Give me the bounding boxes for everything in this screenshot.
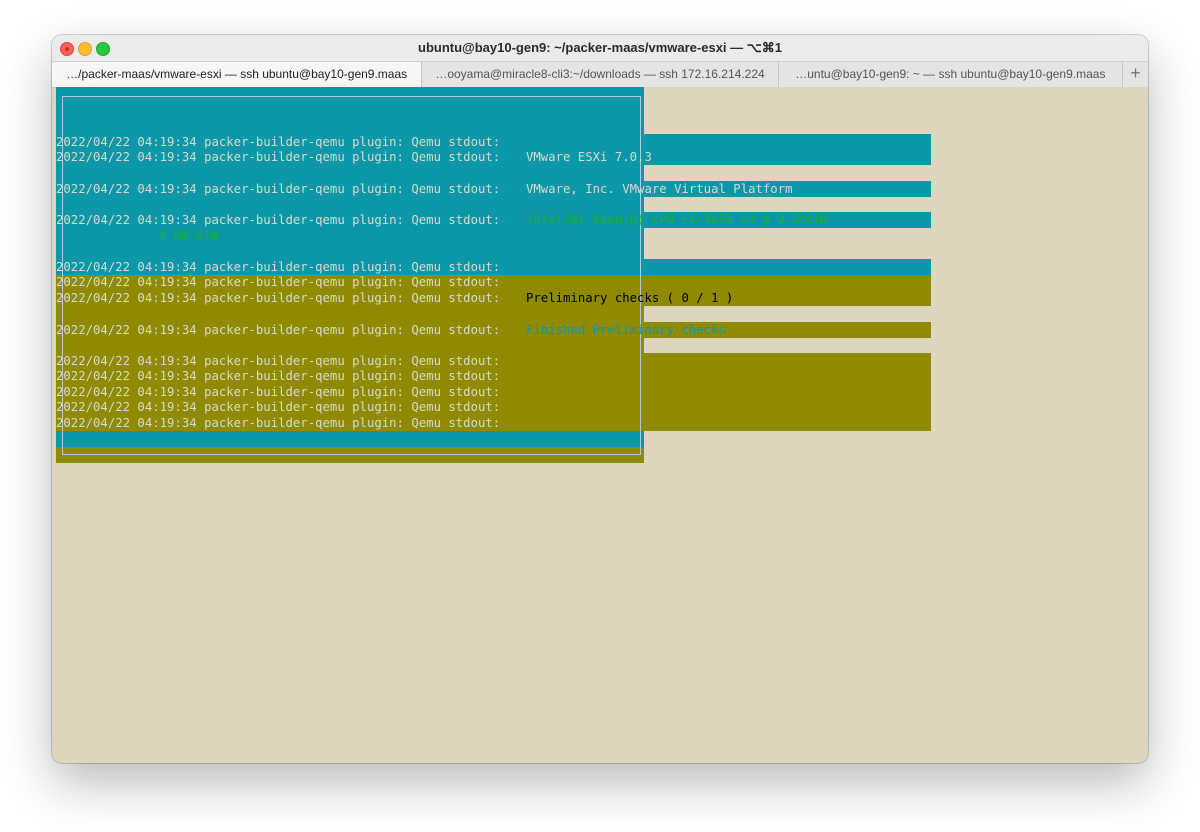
vendor-platform-text: VMware, Inc. VMware Virtual Platform xyxy=(526,182,793,196)
log-line: 2022/04/22 04:19:34 packer-builder-qemu … xyxy=(56,275,501,289)
new-tab-button[interactable]: + xyxy=(1123,62,1148,87)
log-line: 2022/04/22 04:19:34 packer-builder-qemu … xyxy=(56,400,501,414)
preliminary-checks-progress: Preliminary checks ( 0 / 1 ) xyxy=(526,291,734,305)
log-line: 2022/04/22 04:19:34 packer-builder-qemu … xyxy=(56,135,501,149)
memory-text: 4.00 GiB xyxy=(159,229,219,243)
preliminary-checks-finished: Finished Preliminary checks xyxy=(526,323,726,337)
tab-miracle8-downloads[interactable]: …ooyama@miracle8-cli3:~/downloads — ssh … xyxy=(422,62,779,87)
log-line: 2022/04/22 04:19:34 packer-builder-qemu … xyxy=(56,291,501,305)
log-line: 2022/04/22 04:19:34 packer-builder-qemu … xyxy=(56,323,501,337)
log-line: 2022/04/22 04:19:34 packer-builder-qemu … xyxy=(56,385,501,399)
log-line: 2022/04/22 04:19:34 packer-builder-qemu … xyxy=(56,416,501,430)
log-line: 2022/04/22 04:19:34 packer-builder-qemu … xyxy=(56,369,501,383)
esxi-version-text: VMware ESXi 7.0.3 xyxy=(526,150,652,164)
olive-band xyxy=(504,353,931,431)
log-line: 2022/04/22 04:19:34 packer-builder-qemu … xyxy=(56,150,501,164)
dialog-border-top xyxy=(62,96,640,97)
terminal-window: ubuntu@bay10-gen9: ~/packer-maas/vmware-… xyxy=(52,35,1148,763)
teal-band xyxy=(644,134,931,165)
window-title: ubuntu@bay10-gen9: ~/packer-maas/vmware-… xyxy=(418,40,782,55)
log-line: 2022/04/22 04:19:34 packer-builder-qemu … xyxy=(56,260,501,274)
tab-bar: …/packer-maas/vmware-esxi — ssh ubuntu@b… xyxy=(52,61,1148,88)
progress-bar xyxy=(82,433,634,444)
tab-packer-maas[interactable]: …/packer-maas/vmware-esxi — ssh ubuntu@b… xyxy=(52,62,423,87)
dialog-border-bottom xyxy=(62,454,640,455)
tab-bay10-home[interactable]: …untu@bay10-gen9: ~ — ssh ubuntu@bay10-g… xyxy=(779,62,1124,87)
terminal-content[interactable]: 2022/04/22 04:19:34 packer-builder-qemu … xyxy=(56,87,1148,763)
log-line: 2022/04/22 04:19:34 packer-builder-qemu … xyxy=(56,213,501,227)
title-bar: ubuntu@bay10-gen9: ~/packer-maas/vmware-… xyxy=(52,35,1148,61)
teal-band xyxy=(496,259,931,275)
log-line: 2022/04/22 04:19:34 packer-builder-qemu … xyxy=(56,354,501,368)
log-line: 2022/04/22 04:19:34 packer-builder-qemu … xyxy=(56,182,501,196)
cpu-text: Intel(R) Xeon(R) CPU E5-2650 v3 @ 2.30GH… xyxy=(526,213,830,227)
